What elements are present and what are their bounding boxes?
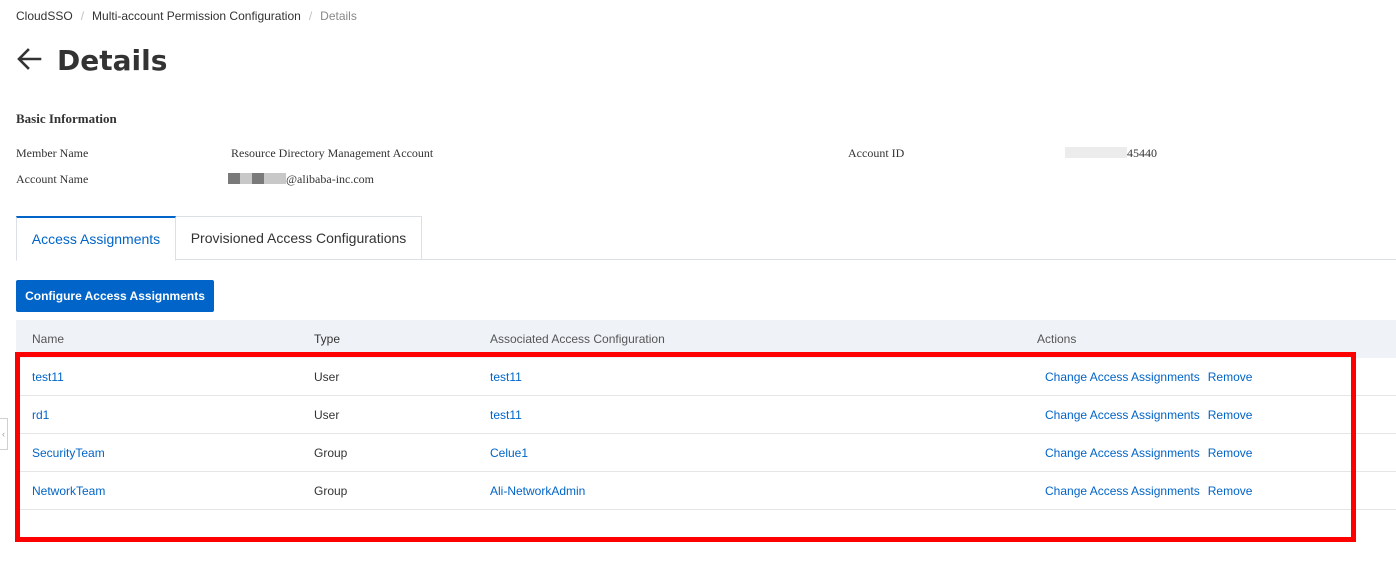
tab-access-assignments[interactable]: Access Assignments xyxy=(16,216,176,261)
row-config-link[interactable]: Celue1 xyxy=(490,434,528,471)
column-header-actions: Actions xyxy=(1037,332,1077,346)
table-row: test11 User test11 Change Access Assignm… xyxy=(16,358,1396,396)
tab-bar: Access Assignments Provisioned Access Co… xyxy=(16,216,1396,261)
member-name-value: Resource Directory Management Account xyxy=(231,146,434,160)
breadcrumb-permission-config[interactable]: Multi-account Permission Configuration xyxy=(92,9,301,23)
redaction-mask xyxy=(228,173,240,184)
row-type: User xyxy=(314,407,340,422)
row-config-link[interactable]: test11 xyxy=(490,396,522,433)
row-name-link[interactable]: rd1 xyxy=(32,396,49,433)
column-header-type: Type xyxy=(314,332,341,346)
breadcrumb-separator: / xyxy=(308,9,313,23)
remove-link[interactable]: Remove xyxy=(1208,446,1253,460)
account-name-value: @alibaba-inc.com xyxy=(228,172,374,187)
account-id-value: 45440 xyxy=(1065,146,1157,161)
configure-access-assignments-button[interactable]: Configure Access Assignments xyxy=(16,280,214,312)
arrow-left-icon[interactable] xyxy=(16,46,42,72)
row-type: Group xyxy=(314,445,348,460)
member-name-label: Member Name xyxy=(16,146,89,160)
remove-link[interactable]: Remove xyxy=(1208,408,1253,422)
row-type: Group xyxy=(314,483,348,498)
redaction-mask xyxy=(240,173,252,184)
chevron-left-icon: ‹ xyxy=(2,429,5,439)
table-header: Name Type Associated Access Configuratio… xyxy=(16,320,1396,358)
account-id-label: Account ID xyxy=(848,146,905,160)
row-actions: Change Access Assignments Remove xyxy=(1045,472,1252,509)
collapse-sidebar-handle[interactable]: ‹ xyxy=(0,418,8,450)
table-row: rd1 User test11 Change Access Assignment… xyxy=(16,396,1396,434)
row-actions: Change Access Assignments Remove xyxy=(1045,396,1252,433)
redaction-mask xyxy=(1065,147,1127,158)
table-row: NetworkTeam Group Ali-NetworkAdmin Chang… xyxy=(16,472,1396,510)
change-access-assignments-link[interactable]: Change Access Assignments xyxy=(1045,370,1200,384)
row-actions: Change Access Assignments Remove xyxy=(1045,358,1252,395)
basic-information-title: Basic Information xyxy=(16,111,117,126)
change-access-assignments-link[interactable]: Change Access Assignments xyxy=(1045,484,1200,498)
breadcrumb-details: Details xyxy=(320,9,357,23)
row-type: User xyxy=(314,369,340,384)
remove-link[interactable]: Remove xyxy=(1208,484,1253,498)
column-header-name: Name xyxy=(32,332,65,346)
row-actions: Change Access Assignments Remove xyxy=(1045,434,1252,471)
redaction-mask xyxy=(252,173,264,184)
account-name-label: Account Name xyxy=(16,172,89,186)
row-config-link[interactable]: test11 xyxy=(490,358,522,395)
breadcrumb-separator: / xyxy=(80,9,85,23)
tab-provisioned-access-configurations[interactable]: Provisioned Access Configurations xyxy=(176,216,422,260)
change-access-assignments-link[interactable]: Change Access Assignments xyxy=(1045,446,1200,460)
breadcrumb-cloudsso[interactable]: CloudSSO xyxy=(16,9,73,23)
redaction-mask xyxy=(264,173,286,184)
account-name-suffix: @alibaba-inc.com xyxy=(286,172,375,186)
row-name-link[interactable]: NetworkTeam xyxy=(32,472,105,509)
row-config-link[interactable]: Ali-NetworkAdmin xyxy=(490,472,585,509)
row-name-link[interactable]: SecurityTeam xyxy=(32,434,105,471)
row-name-link[interactable]: test11 xyxy=(32,358,64,395)
account-id-suffix: 45440 xyxy=(1127,146,1157,160)
change-access-assignments-link[interactable]: Change Access Assignments xyxy=(1045,408,1200,422)
access-assignments-table: Name Type Associated Access Configuratio… xyxy=(16,320,1396,510)
page-title: Details xyxy=(57,44,168,77)
remove-link[interactable]: Remove xyxy=(1208,370,1253,384)
table-row: SecurityTeam Group Celue1 Change Access … xyxy=(16,434,1396,472)
breadcrumb: CloudSSO / Multi-account Permission Conf… xyxy=(16,9,357,23)
column-header-associated-access-configuration: Associated Access Configuration xyxy=(490,332,665,346)
